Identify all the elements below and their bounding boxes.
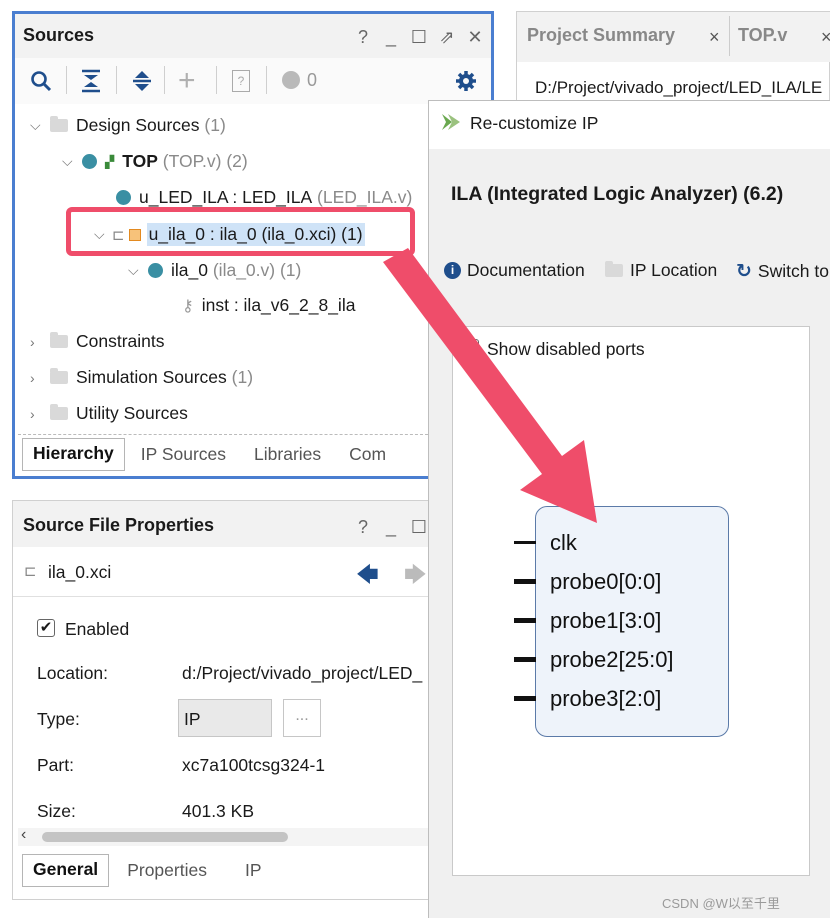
annotation-arrow bbox=[383, 248, 597, 523]
watermark: CSDN @W以至千里 bbox=[662, 896, 780, 911]
